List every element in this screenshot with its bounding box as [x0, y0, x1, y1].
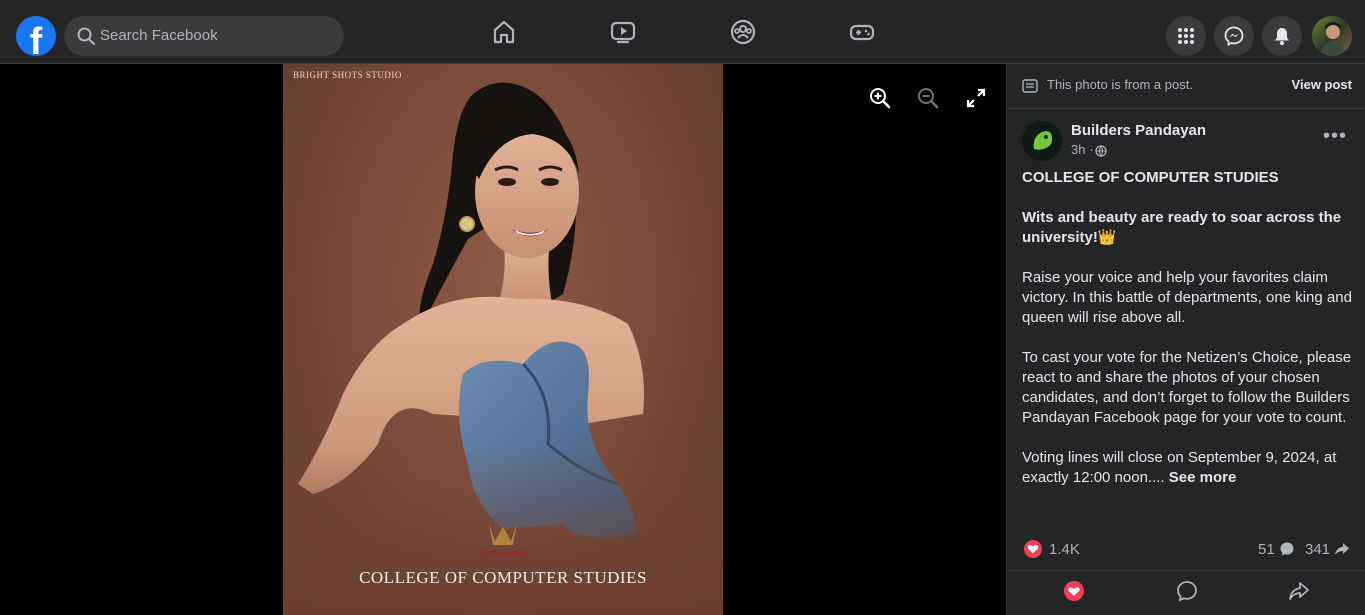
from-post-label: This photo is from a post.: [1047, 77, 1193, 92]
comment-button-icon[interactable]: [1175, 579, 1199, 603]
messenger-button[interactable]: [1214, 16, 1254, 56]
see-more-link[interactable]: See more: [1169, 469, 1237, 486]
post-time[interactable]: 3h ·: [1071, 142, 1093, 157]
comment-count-icon: [1280, 542, 1294, 556]
divider: [1007, 108, 1365, 109]
photo-viewer: BRIGHT SHOTS STUDIO University COLLEGE O…: [0, 64, 1006, 615]
university-logo: University: [478, 523, 529, 560]
love-reaction-icon[interactable]: [1024, 540, 1042, 558]
share-count[interactable]: 341: [1305, 541, 1350, 558]
page-logo-icon: [1033, 131, 1053, 150]
top-navigation-bar: f Search Facebook: [0, 0, 1365, 64]
avatar-image: [1320, 22, 1346, 56]
logo-text: University: [478, 546, 529, 560]
notifications-icon: [1275, 28, 1289, 45]
zoom-in-icon[interactable]: [868, 86, 892, 110]
video-icon[interactable]: [609, 18, 637, 46]
logo-letter: f: [29, 21, 43, 63]
studio-watermark: BRIGHT SHOTS STUDIO: [293, 70, 402, 80]
photo-caption: COLLEGE OF COMPUTER STUDIES: [359, 568, 647, 587]
share-count-value: 341: [1305, 541, 1331, 558]
share-button-icon[interactable]: [1287, 579, 1311, 603]
reaction-summary: 1.4K 51 341: [1022, 538, 1352, 560]
view-post-link[interactable]: View post: [1292, 77, 1352, 92]
post-tagline: Wits and beauty are ready to soar across…: [1022, 209, 1342, 246]
gaming-icon[interactable]: [848, 18, 876, 46]
post-heading: COLLEGE OF COMPUTER STUDIES: [1022, 169, 1279, 186]
photo[interactable]: BRIGHT SHOTS STUDIO University COLLEGE O…: [283, 64, 723, 615]
search-icon: [77, 27, 95, 45]
menu-grid-button[interactable]: [1166, 16, 1206, 56]
from-post-bar: This photo is from a post. View post: [1022, 76, 1352, 96]
zoom-out-icon[interactable]: [916, 86, 940, 110]
more-options-button[interactable]: •••: [1323, 126, 1347, 146]
menu-grid-icon: [1178, 28, 1194, 44]
comment-count[interactable]: 51: [1258, 541, 1295, 558]
notifications-button[interactable]: [1262, 16, 1302, 56]
comment-count-value: 51: [1258, 541, 1275, 558]
love-button-icon[interactable]: [1062, 579, 1086, 603]
share-count-icon: [1335, 543, 1350, 555]
divider: [1007, 570, 1365, 571]
home-icon[interactable]: [490, 18, 518, 46]
profile-avatar[interactable]: [1312, 16, 1352, 56]
groups-icon[interactable]: [729, 18, 757, 46]
post-paragraph: Raise your voice and help your favorites…: [1022, 269, 1352, 326]
facebook-logo[interactable]: f: [16, 16, 56, 62]
globe-icon: [1095, 145, 1107, 157]
search-input[interactable]: Search Facebook: [64, 16, 344, 56]
post-paragraph: To cast your vote for the Netizen’s Choi…: [1022, 349, 1352, 426]
fullscreen-icon[interactable]: [964, 86, 988, 110]
post-text: COLLEGE OF COMPUTER STUDIES Wits and bea…: [1022, 168, 1352, 488]
post-icon: [1022, 79, 1038, 93]
messenger-icon: [1224, 26, 1244, 46]
post-side-panel: This photo is from a post. View post Bui…: [1006, 64, 1365, 615]
page-name[interactable]: Builders Pandayan: [1071, 122, 1206, 139]
search-placeholder: Search Facebook: [100, 27, 218, 44]
page-avatar[interactable]: [1022, 121, 1062, 161]
reaction-count[interactable]: 1.4K: [1049, 541, 1080, 558]
